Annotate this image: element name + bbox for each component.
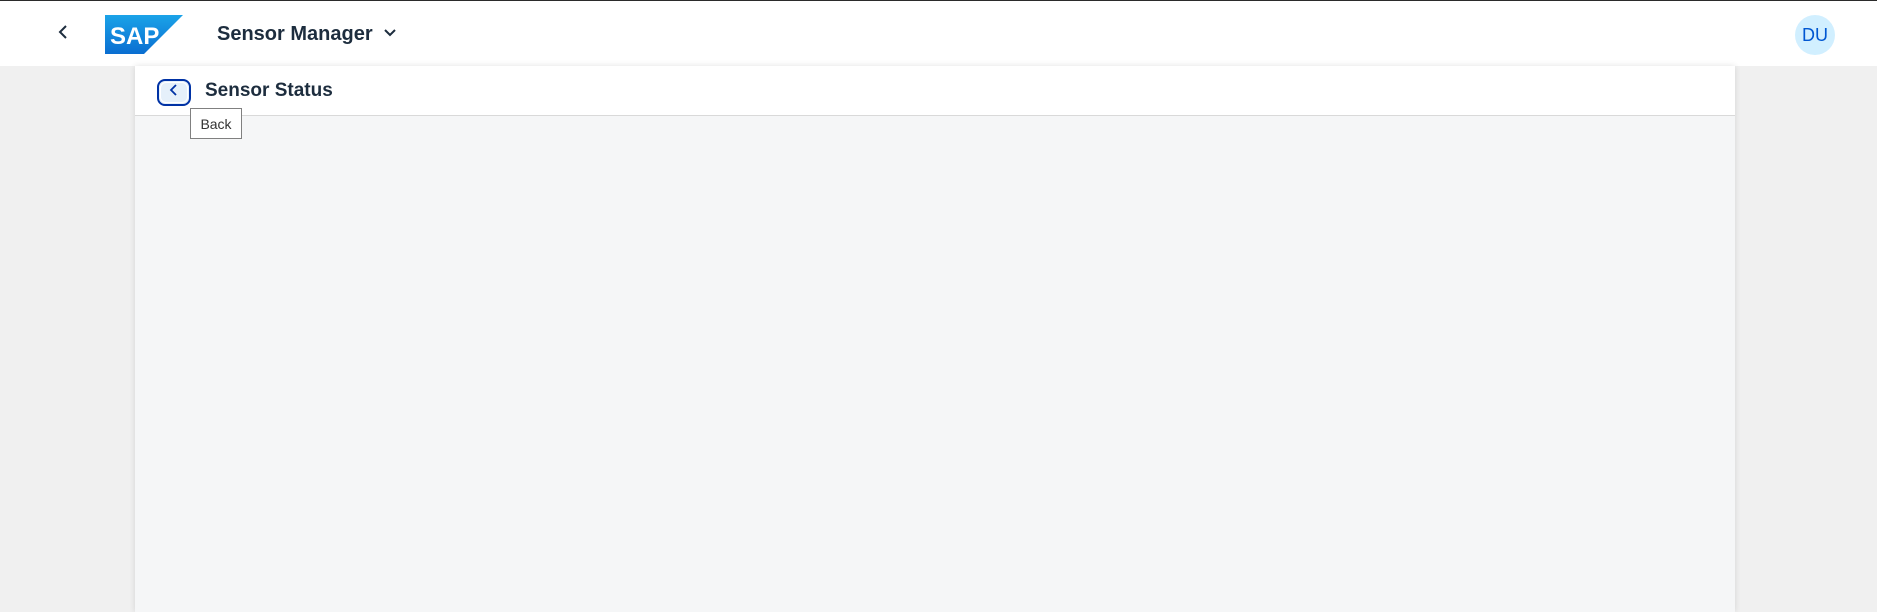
shell-bar: SAP Sensor Manager DU bbox=[0, 0, 1877, 66]
nav-back-button[interactable] bbox=[157, 79, 191, 106]
svg-text:SAP: SAP bbox=[110, 23, 159, 50]
back-tooltip: Back bbox=[190, 108, 242, 139]
app-title-menu[interactable]: Sensor Manager bbox=[217, 19, 397, 49]
user-avatar[interactable]: DU bbox=[1795, 15, 1835, 55]
chevron-left-icon bbox=[56, 24, 70, 45]
shell-back-button[interactable] bbox=[46, 17, 80, 51]
app-container: Sensor Status bbox=[135, 66, 1735, 612]
sap-logo: SAP bbox=[105, 15, 183, 54]
app-title: Sensor Manager bbox=[217, 22, 373, 45]
page-title: Sensor Status bbox=[205, 80, 333, 101]
chevron-left-icon bbox=[168, 83, 180, 102]
chevron-down-icon bbox=[383, 25, 397, 43]
page-header: Sensor Status bbox=[135, 66, 1735, 116]
